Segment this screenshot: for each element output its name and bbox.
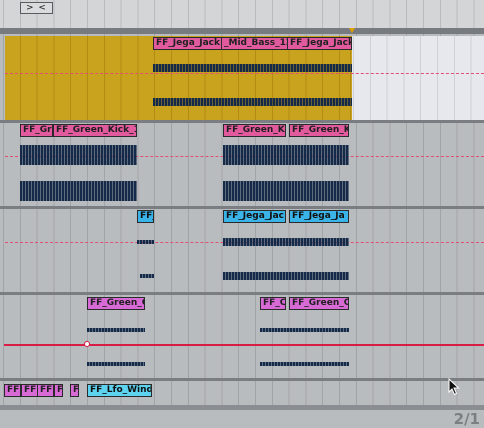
clip-header[interactable]: FF_Gr	[20, 124, 53, 137]
waveform	[153, 98, 352, 106]
clip-header[interactable]: FF_Green_C	[289, 297, 349, 310]
waveform	[87, 328, 145, 332]
clip-header[interactable]: FF_Green_Kick_1	[53, 124, 137, 137]
clip-header[interactable]: FF_Lfo_Wind	[87, 384, 152, 397]
clip-header[interactable]: FF_	[137, 210, 154, 223]
automation-line[interactable]	[4, 344, 484, 346]
waveform	[260, 328, 349, 332]
clip-header[interactable]: FF_Jega_Jack	[287, 37, 352, 50]
clip-header[interactable]: FF_Green_K	[223, 124, 286, 137]
loop-bar-grid	[0, 0, 484, 28]
waveform	[223, 272, 349, 280]
clip-header[interactable]: F	[70, 384, 79, 397]
clip-header[interactable]: FF_Jega_Ja	[289, 210, 349, 223]
clip-header[interactable]: FF	[4, 384, 21, 397]
waveform	[140, 274, 154, 278]
mouse-pointer-icon	[448, 378, 460, 396]
clip-header[interactable]: _Mid_Bass_12	[221, 37, 288, 50]
waveform	[223, 238, 349, 246]
waveform	[223, 181, 349, 201]
waveform	[153, 64, 352, 72]
clip-header[interactable]: FF_Green_K	[289, 124, 349, 137]
loop-end-marker[interactable]	[349, 28, 355, 33]
clip-header[interactable]: FF_C	[260, 297, 286, 310]
grid-zoom-label: 2/1	[453, 410, 480, 428]
empty-lane-area[interactable]	[352, 36, 484, 120]
waveform	[260, 362, 349, 366]
clip-header[interactable]: FF	[37, 384, 54, 397]
automation-breakpoint[interactable]	[84, 341, 90, 347]
clip-header[interactable]: FF_Jega_Jac	[223, 210, 286, 223]
waveform	[20, 181, 137, 201]
clip-header[interactable]: FF_Green_C	[87, 297, 145, 310]
waveform	[137, 240, 154, 244]
track-1-center-line	[5, 73, 484, 74]
clip-header[interactable]: F	[54, 384, 63, 397]
horizontal-scrollbar[interactable]	[0, 405, 484, 410]
clip-header[interactable]: FF_Jega_Jack	[153, 37, 222, 50]
waveform	[87, 362, 145, 366]
loop-brace[interactable]: > <	[20, 2, 53, 14]
waveform	[20, 145, 137, 165]
waveform	[223, 145, 349, 165]
track-lane-4[interactable]	[0, 295, 484, 380]
clip-header[interactable]: FF	[21, 384, 38, 397]
